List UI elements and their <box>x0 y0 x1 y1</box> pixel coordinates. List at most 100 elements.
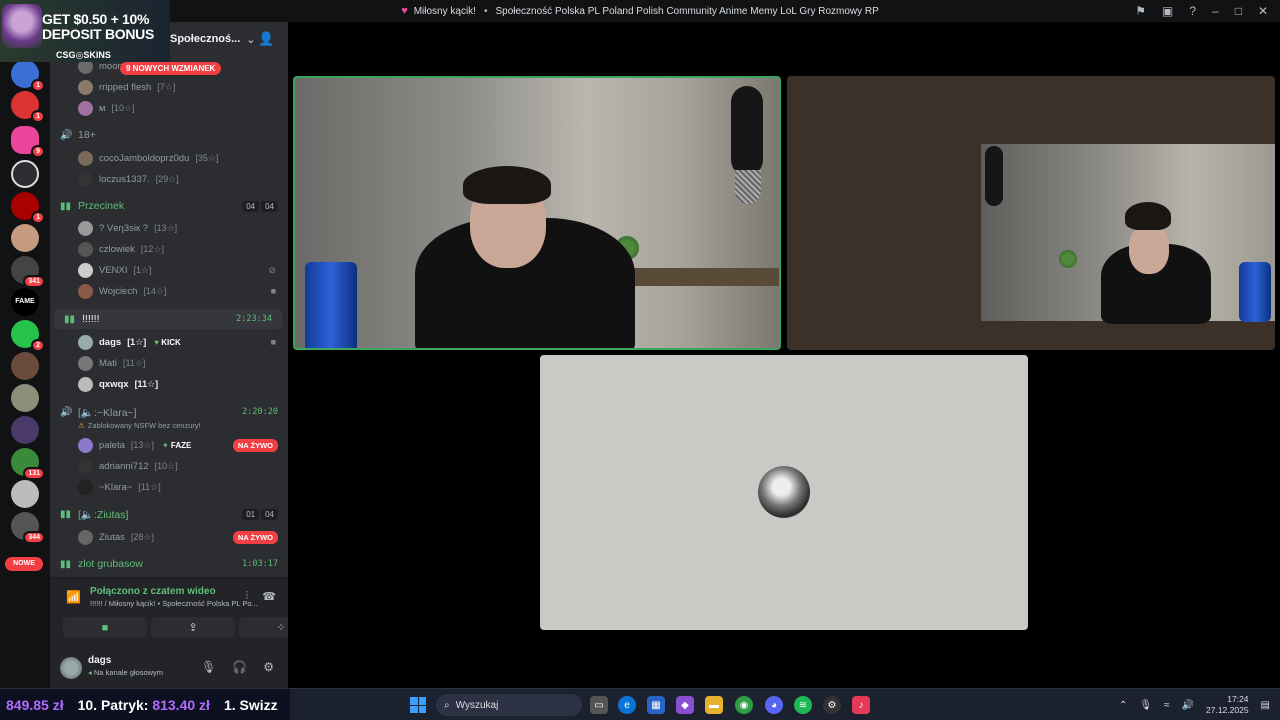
video-tile-avatar[interactable] <box>540 355 1028 630</box>
server-icon[interactable]: 344 <box>11 512 45 544</box>
microphone-icon[interactable]: 🎙 <box>1139 700 1152 711</box>
disconnect-icon[interactable]: ☎ <box>262 590 276 603</box>
window-controls: ⚑ ▣ ? – □ ✕ <box>1135 0 1280 22</box>
status-text: Na kanale głosowym <box>93 668 164 677</box>
tiktok-icon[interactable]: ♪ <box>852 696 870 714</box>
server-icon-active[interactable]: 9 <box>11 126 45 158</box>
voice-channel-klara[interactable]: 🔊 [🔈:~Klara~] 2:20:20 <box>50 402 288 422</box>
camera-button[interactable]: ■ <box>63 617 147 638</box>
voice-connection-panel: 📶 Połączono z czatem wideo !!!!!! / Miło… <box>50 577 288 649</box>
user-name: adrianni712 <box>99 460 149 472</box>
voice-channel-zlot[interactable]: ▮▮ zlot grubasow 1:03:17 <box>50 554 288 574</box>
microphone-icon[interactable]: 🎙 <box>201 660 216 674</box>
person-hair <box>1125 202 1171 230</box>
voice-activity-icon: ▮▮ <box>60 508 72 520</box>
settings-gear-icon[interactable]: ⚙ <box>263 660 274 674</box>
voice-user[interactable]: qxwqx [11☆] <box>50 374 288 394</box>
speaker-icon: 🔊 <box>60 129 73 141</box>
channel-name: [🔈:~Klara~] <box>78 406 137 419</box>
noise-suppression-icon[interactable]: ⫶ <box>246 590 249 603</box>
voice-user[interactable]: loczus1337. [29☆] <box>50 169 288 189</box>
chrome-icon[interactable]: ◉ <box>735 696 753 714</box>
activities-button[interactable]: ⁘ <box>239 617 288 638</box>
voice-user[interactable]: ? Vеη3ѕік ? [13☆] <box>50 218 288 238</box>
avatar <box>78 479 93 495</box>
voice-user[interactable]: adrianni712 [10☆] <box>50 456 288 476</box>
wifi-icon[interactable]: ≈ <box>1164 700 1170 711</box>
server-icon[interactable] <box>11 160 39 188</box>
video-tile-main[interactable] <box>293 76 781 350</box>
voice-user[interactable]: ~Klara~ [11☆] <box>50 477 288 497</box>
voice-user[interactable]: rripped flesh [7☆] <box>50 77 288 97</box>
avatar[interactable] <box>60 657 82 679</box>
voice-user[interactable]: paleta [13☆] ✦ FAZE NA ŻYWO <box>50 435 288 455</box>
taskbar-search[interactable]: ⌕ Wyszukaj <box>436 694 582 716</box>
spotify-icon[interactable]: ≋ <box>794 696 812 714</box>
maximize-button[interactable]: □ <box>1235 4 1242 18</box>
notifications-icon[interactable]: ▤ <box>1261 700 1270 711</box>
avatar <box>78 437 93 453</box>
server-icon[interactable] <box>11 416 39 444</box>
windows-start-icon[interactable] <box>410 697 426 713</box>
user-name: Wojciech <box>99 285 138 297</box>
clock[interactable]: 17:24 27.12.2025 <box>1206 694 1249 716</box>
discord-icon[interactable]: ◕ <box>765 696 783 714</box>
help-icon[interactable]: ? <box>1189 4 1196 18</box>
unread-badge: 1 <box>31 211 45 224</box>
store-icon[interactable]: ▦ <box>647 696 665 714</box>
video-tile-screen[interactable] <box>787 76 1275 350</box>
avatar <box>78 241 93 257</box>
voice-channel-18[interactable]: 🔊 18+ <box>50 125 288 145</box>
user-level: [11☆] <box>122 357 146 368</box>
voice-channel-ziutas[interactable]: ▮▮ [🔈:Ziutas] 01 04 <box>50 504 288 524</box>
signal-icon: 📶 <box>66 590 81 604</box>
unread-badge: 344 <box>23 531 45 544</box>
voice-user[interactable]: Wojciech [14☆] ■ <box>50 281 288 301</box>
server-icon[interactable]: 1 <box>11 60 45 92</box>
voice-user[interactable]: dags [1☆] ♥ KICK ■ <box>50 332 288 352</box>
voice-subtitle[interactable]: !!!!!! / Miłosny kącik! • Społeczność Po… <box>90 599 258 608</box>
headphones-icon[interactable]: 🎧 <box>232 660 247 674</box>
count-current: 04 <box>242 200 260 212</box>
heart-icon: ♥ <box>401 5 408 17</box>
screen-share-button[interactable]: ⇪ <box>151 617 235 638</box>
inbox-icon[interactable]: ⚑ <box>1135 4 1146 18</box>
server-icon[interactable]: 341 <box>11 256 45 288</box>
edge-icon[interactable]: e <box>618 696 636 714</box>
voice-user[interactable]: VENXI [1☆] ⊘ <box>50 260 288 280</box>
add-member-icon[interactable]: 👤 <box>258 31 274 47</box>
steam-icon[interactable]: ⚙ <box>823 696 841 714</box>
voice-user[interactable]: Ziutas [28☆] NA ŻYWO <box>50 527 288 547</box>
copilot-icon[interactable]: ◆ <box>676 696 694 714</box>
chevron-up-icon[interactable]: ⌃ <box>1119 700 1127 711</box>
server-icon[interactable] <box>11 352 39 380</box>
voice-status-icon: ◂ <box>88 668 92 677</box>
volume-icon[interactable]: 🔊 <box>1182 700 1194 711</box>
voice-channel-selected[interactable]: ▮▮ !!!!!! 2:23:34 <box>54 309 282 329</box>
minimize-button[interactable]: – <box>1212 4 1219 18</box>
server-icon[interactable]: 131 <box>11 448 45 480</box>
new-servers-pill[interactable]: NOWE <box>5 557 43 571</box>
mention-pill[interactable]: 9 NOWYCH WZMIANEK <box>120 62 222 75</box>
voice-user[interactable]: czlowiek [12☆] <box>50 239 288 259</box>
camera-icon: ■ <box>101 621 109 634</box>
server-icon[interactable] <box>11 224 39 252</box>
voice-channel-przecinek[interactable]: ▮▮ Przecinek 04 04 <box>50 196 288 216</box>
server-icon[interactable] <box>11 384 39 412</box>
server-icon[interactable]: 1 <box>11 192 45 224</box>
voice-user[interactable]: cocoJamboldoprz0du [35☆] <box>50 148 288 168</box>
voice-user[interactable]: Mati [11☆] <box>50 353 288 373</box>
server-icon[interactable]: 1 <box>11 91 45 123</box>
server-icon[interactable]: 2 <box>11 320 45 352</box>
task-view-icon[interactable]: ▭ <box>590 696 608 714</box>
ad-banner[interactable]: GET $0.50 + 10% DEPOSIT BONUS CSG◎SKINS <box>0 0 170 62</box>
server-icon[interactable]: FAME <box>11 288 39 316</box>
avatar <box>758 466 810 518</box>
server-icon[interactable] <box>11 480 39 508</box>
voice-user[interactable]: м [10☆] <box>50 98 288 118</box>
explorer-icon[interactable]: ▬ <box>705 696 723 714</box>
close-button[interactable]: ✕ <box>1258 4 1268 18</box>
ticker-label: 10. Patryk: <box>77 697 149 713</box>
user-level: [35☆] <box>195 152 219 163</box>
screen-icon[interactable]: ▣ <box>1162 4 1173 18</box>
